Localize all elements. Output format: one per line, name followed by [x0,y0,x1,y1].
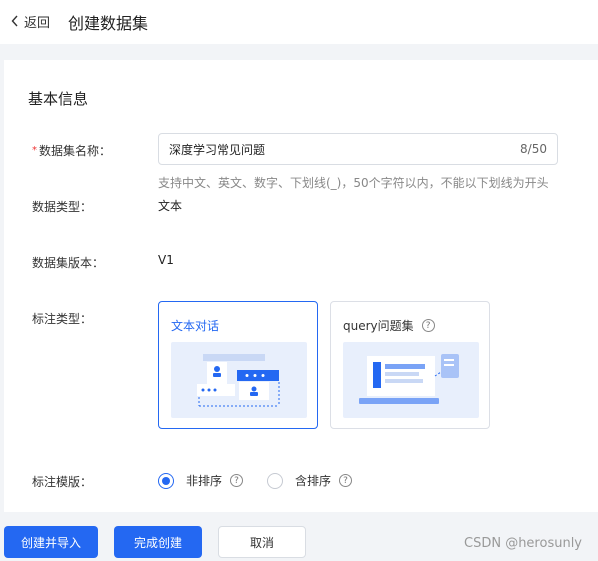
radio-label: 非排序 [186,474,223,488]
dataset-version-label: 数据集版本： [32,256,105,270]
watermark: CSDN @herosunly [464,536,583,551]
data-type-label: 数据类型： [32,200,93,214]
dataset-name-value: 深度学习常见问题 [169,142,266,157]
chevron-left-icon [8,12,22,30]
template-label: 标注模版： [32,475,93,489]
section-title: 基本信息 [28,90,89,108]
top-bar: 返回 创建数据集 [0,0,598,44]
dataset-version-value: V1 [158,253,174,267]
help-icon[interactable]: ? [230,474,244,487]
create-and-import-button[interactable]: 创建并导入 [4,526,98,558]
radio-sorted[interactable]: 含排序 ? [267,472,353,489]
back-button[interactable]: 返回 [8,12,51,31]
dialog-illustration [171,342,307,418]
back-label: 返回 [24,15,51,31]
finish-create-button[interactable]: 完成创建 [114,526,202,558]
annotation-type-label: 标注类型： [32,312,93,326]
help-icon[interactable]: ? [421,319,435,332]
dataset-name-input[interactable]: 深度学习常见问题 8/50 [158,133,558,165]
radio-non-sorted[interactable]: 非排序 ? [158,472,244,489]
cancel-button[interactable]: 取消 [218,526,306,558]
query-illustration [343,342,479,418]
dataset-name-label-text: 数据集名称： [39,144,112,158]
data-type-value: 文本 [158,199,183,213]
radio-circle [267,472,283,489]
dataset-name-hint: 支持中文、英文、数字、下划线(_)，50个字符以内，不能以下划线为开头 [158,176,549,190]
dataset-name-label: * 数据集名称： [32,142,111,159]
page-title: 创建数据集 [68,14,149,33]
char-counter: 8/50 [520,142,547,156]
annotation-type-card-query[interactable]: query问题集? [330,301,490,429]
annotation-type-card-label: query问题集 [343,319,414,333]
radio-circle [158,472,174,489]
form-card: 基本信息 * 数据集名称： 深度学习常见问题 8/50 支持中文、英文、数字、下划… [4,60,598,512]
required-mark: * [32,145,37,156]
help-icon[interactable]: ? [339,474,353,487]
annotation-type-card-label: 文本对话 [171,319,220,333]
radio-label: 含排序 [295,474,332,488]
annotation-type-card-text-dialog[interactable]: 文本对话 [158,301,318,429]
